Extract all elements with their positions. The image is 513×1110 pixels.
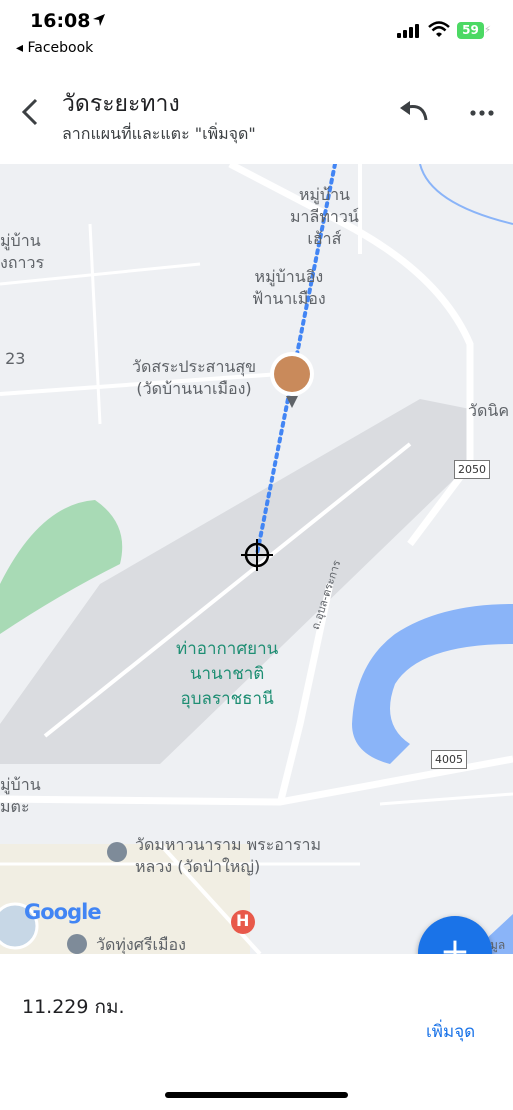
map-label-village: หมู่บ้าน มาลีทาวน์ เฮ้าส์ — [290, 184, 359, 250]
temple-text: วัดสระประสานสุข (วัดบ้านนาเมือง) — [132, 357, 257, 398]
more-vert-icon — [470, 110, 494, 116]
river — [352, 604, 513, 764]
village-left-text: มู่บ้าน งถาวร — [0, 231, 45, 272]
more-options-button[interactable] — [466, 98, 498, 128]
temple-marker-icon — [107, 842, 127, 862]
temple-pin-icon — [270, 352, 314, 408]
road — [379, 792, 513, 806]
map-label-temple[interactable]: วัดทุ่งศรีเมือง — [96, 934, 186, 954]
map-label-temple[interactable]: วัดสระประสานสุข (วัดบ้านนาเมือง) — [132, 356, 256, 400]
location-arrow-icon — [93, 14, 105, 26]
battery-icon: 59 — [457, 22, 484, 39]
map-label-village: มู่บ้าน งถาวร — [0, 230, 44, 274]
distance-value: 11.229 กม. — [22, 996, 125, 1018]
map-label-temple[interactable]: วัดมหาวนาราม พระอาราม หลวง (วัดป่าใหญ่) — [135, 834, 321, 878]
road-number-badge: 2050 — [454, 460, 490, 479]
page-subtitle: ลากแผนที่และแตะ "เพิ่มจุด" — [62, 124, 256, 143]
charging-bolt-icon: ⚡ — [484, 25, 492, 36]
bottom-sheet: 11.229 กม. เพิ่มจุด — [0, 954, 513, 1110]
status-bar: 16:08 ◂ Facebook 59 ⚡ — [0, 0, 513, 62]
map-label: ู่ 23 — [0, 349, 26, 368]
stream — [419, 164, 513, 225]
map-label: มูล — [490, 938, 506, 952]
google-logo: Google — [24, 900, 102, 924]
back-to-app-link[interactable]: ◂ Facebook — [16, 40, 93, 56]
wat-maha-text: วัดมหาวนาราม พระอาราม หลวง (วัดป่าใหญ่) — [135, 835, 322, 876]
temple-marker-icon — [67, 934, 87, 954]
undo-button[interactable] — [396, 98, 432, 128]
app-header: วัดระยะทาง ลากแผนที่และแตะ "เพิ่มจุด" — [0, 62, 513, 164]
cellular-signal-icon — [397, 24, 419, 38]
hospital-icon[interactable]: H — [236, 910, 249, 932]
map-label-airport[interactable]: ท่าอากาศยาน นานาชาติ อุบลราชธานี — [176, 637, 278, 712]
wifi-icon — [428, 21, 450, 37]
home-indicator[interactable] — [165, 1092, 348, 1098]
road-number-badge: 4005 — [431, 750, 467, 769]
map-view[interactable]: หมู่บ้าน มาลีทาวน์ เฮ้าส์ หมู่บ้านอิง ฟ้… — [0, 164, 513, 954]
village1-text: หมู่บ้าน มาลีทาวน์ เฮ้าส์ — [290, 185, 359, 248]
airport-text: ท่าอากาศยาน นานาชาติ อุบลราชธานี — [176, 639, 279, 709]
page-title: วัดระยะทาง — [62, 91, 180, 117]
chevron-left-icon — [21, 98, 38, 126]
undo-icon — [400, 101, 428, 121]
status-time: 16:08 — [30, 10, 91, 32]
left-bottom-text: มู่บ้าน มตะ — [0, 775, 41, 816]
road — [88, 223, 102, 425]
map-label-village: หมู่บ้านอิง ฟ้านาเมือง — [252, 266, 326, 310]
map-label: วัดนิค — [468, 401, 510, 420]
village2-text: หมู่บ้านอิง ฟ้านาเมือง — [252, 267, 326, 308]
add-point-button[interactable]: เพิ่มจุด — [426, 1018, 475, 1045]
map-label-village: มู่บ้าน มตะ — [0, 774, 41, 818]
back-button[interactable] — [14, 90, 48, 134]
